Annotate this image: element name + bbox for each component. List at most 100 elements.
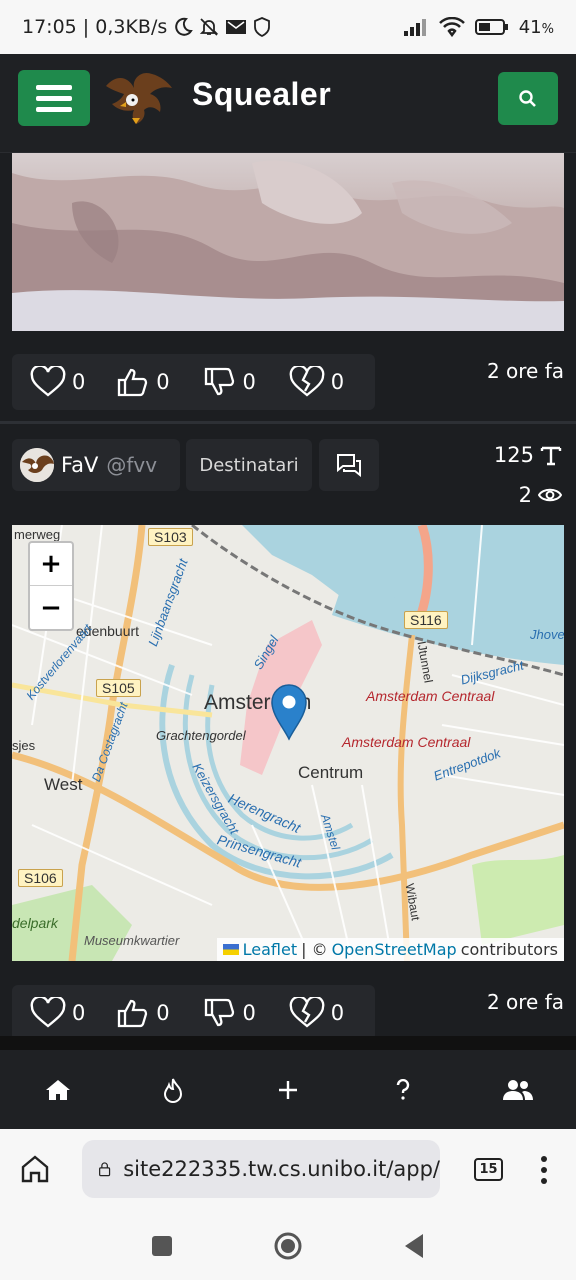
view-count-value: 2 (518, 483, 532, 507)
browser-toolbar: site222335.tw.cs.unibo.it/app/ 15 (0, 1129, 576, 1212)
map-label-delpark: delpark (12, 915, 58, 931)
eagle-logo (106, 72, 172, 124)
system-navbar (0, 1212, 576, 1280)
dislike-reaction[interactable]: 0 (203, 366, 289, 398)
road-shield-s106: S106 (18, 869, 63, 887)
like-reaction[interactable]: 0 (116, 997, 202, 1029)
mail-icon (226, 20, 247, 34)
wifi-icon (438, 17, 465, 37)
road-shield-s103: S103 (148, 528, 193, 546)
post-image[interactable] (12, 153, 564, 331)
leaflet-link[interactable]: Leaflet (243, 940, 297, 959)
brand-title[interactable]: Squealer (192, 76, 331, 113)
search-button[interactable] (498, 72, 558, 125)
reaction-bar: 0 0 0 0 (12, 354, 375, 410)
heart-count: 0 (72, 370, 86, 394)
bottom-navbar (0, 1050, 576, 1129)
map-view[interactable]: merweg edenbuurt Amsterdam Grachtengorde… (12, 525, 564, 961)
battery-unit: % (541, 21, 554, 37)
like-count: 0 (156, 1001, 170, 1025)
road-shield-s116: S116 (404, 611, 448, 629)
shield-icon (254, 17, 271, 37)
nav-help-button[interactable] (373, 1078, 433, 1101)
dislike-count: 0 (242, 370, 256, 394)
battery-percent: 41 (518, 16, 542, 38)
char-count: 125 (494, 443, 562, 467)
menu-button[interactable] (18, 70, 90, 126)
browser-home-icon[interactable] (20, 1154, 50, 1184)
heart-icon (30, 997, 66, 1028)
heart-count: 0 (72, 1001, 86, 1025)
tab-switcher[interactable]: 15 (474, 1158, 503, 1181)
map-label-centraal-1: Amsterdam Centraal (366, 688, 495, 704)
top-navbar: Squealer (0, 54, 576, 153)
home-circle-icon[interactable] (273, 1231, 303, 1261)
url-bar[interactable]: site222335.tw.cs.unibo.it/app/ (82, 1140, 440, 1198)
url-text: site222335.tw.cs.unibo.it/app/ (123, 1157, 440, 1181)
bell-off-icon (200, 18, 219, 36)
heart-reaction[interactable]: 0 (30, 366, 116, 398)
ukraine-flag-icon (222, 944, 239, 955)
author-chip[interactable]: FaV @fvv (12, 439, 180, 491)
post-divider (0, 421, 576, 424)
text-icon (540, 446, 562, 466)
eye-icon (538, 488, 562, 502)
osm-link[interactable]: OpenStreetMap (332, 940, 457, 959)
back-icon[interactable] (403, 1233, 425, 1259)
zoom-out-button[interactable]: − (30, 586, 72, 629)
map-attribution: Leaflet | © OpenStreetMap contributors (216, 938, 564, 961)
nav-new-post-button[interactable] (258, 1079, 318, 1101)
people-icon (503, 1079, 534, 1100)
author-name: FaV (61, 453, 99, 477)
broken-heart-reaction[interactable]: 0 (289, 997, 375, 1029)
author-handle: @fvv (106, 453, 158, 477)
broken-heart-reaction[interactable]: 0 (289, 366, 375, 398)
map-label-sjes: sjes (12, 738, 36, 753)
question-icon (396, 1078, 410, 1100)
signal-icon (403, 19, 426, 36)
map-label-merweg: merweg (14, 527, 61, 542)
battery-icon (474, 19, 508, 35)
plus-icon (278, 1080, 297, 1099)
like-reaction[interactable]: 0 (116, 366, 202, 398)
thumbs-up-icon (118, 368, 148, 397)
zoom-in-button[interactable]: + (30, 543, 72, 586)
recents-icon[interactable] (151, 1235, 173, 1257)
thumbs-down-icon (204, 998, 234, 1027)
nav-people-button[interactable] (488, 1079, 548, 1101)
broken-heart-icon (289, 366, 325, 397)
broken-heart-count: 0 (330, 370, 345, 394)
map-label-west: West (44, 775, 83, 794)
broken-heart-count: 0 (330, 1001, 345, 1025)
nav-home-button[interactable] (28, 1078, 88, 1102)
dislike-count: 0 (242, 1001, 256, 1025)
attribution-contributors: contributors (460, 940, 558, 959)
comment-icon (337, 454, 361, 477)
thumbs-up-icon (118, 999, 148, 1028)
feed[interactable]: 0 0 0 0 2 ore fa FaV @fvv Destinatari 12… (0, 153, 576, 1050)
comments-button[interactable] (319, 439, 379, 491)
nav-trending-button[interactable] (143, 1077, 203, 1103)
heart-reaction[interactable]: 0 (30, 997, 116, 1029)
map-marker-icon[interactable] (270, 683, 308, 741)
post-time: 2 ore fa (486, 359, 564, 383)
dislike-reaction[interactable]: 0 (203, 997, 289, 1029)
road-shield-s105: S105 (96, 679, 141, 697)
status-time-speed: 17:05 | 0,3KB/s (22, 16, 168, 38)
recipients-button[interactable]: Destinatari (186, 439, 312, 491)
view-count: 2 (519, 483, 562, 507)
attribution-separator: | © (301, 940, 328, 959)
map-label-centrum: Centrum (298, 763, 364, 782)
map-tiles (12, 525, 564, 961)
more-options-icon[interactable] (540, 1155, 548, 1185)
status-bar: 17:05 | 0,3KB/s 41% (0, 0, 576, 54)
map-label-centraal-2: Amsterdam Centraal (342, 734, 471, 750)
post-divider (0, 1036, 576, 1050)
broken-heart-icon (289, 997, 325, 1028)
post-time: 2 ore fa (486, 990, 564, 1014)
blanket-image (12, 160, 564, 331)
map-label-jhoven: Jhoven (530, 627, 564, 642)
search-icon (519, 89, 536, 107)
map-label-museumkwartier: Museumkwartier (84, 933, 180, 948)
fire-icon (163, 1078, 182, 1103)
